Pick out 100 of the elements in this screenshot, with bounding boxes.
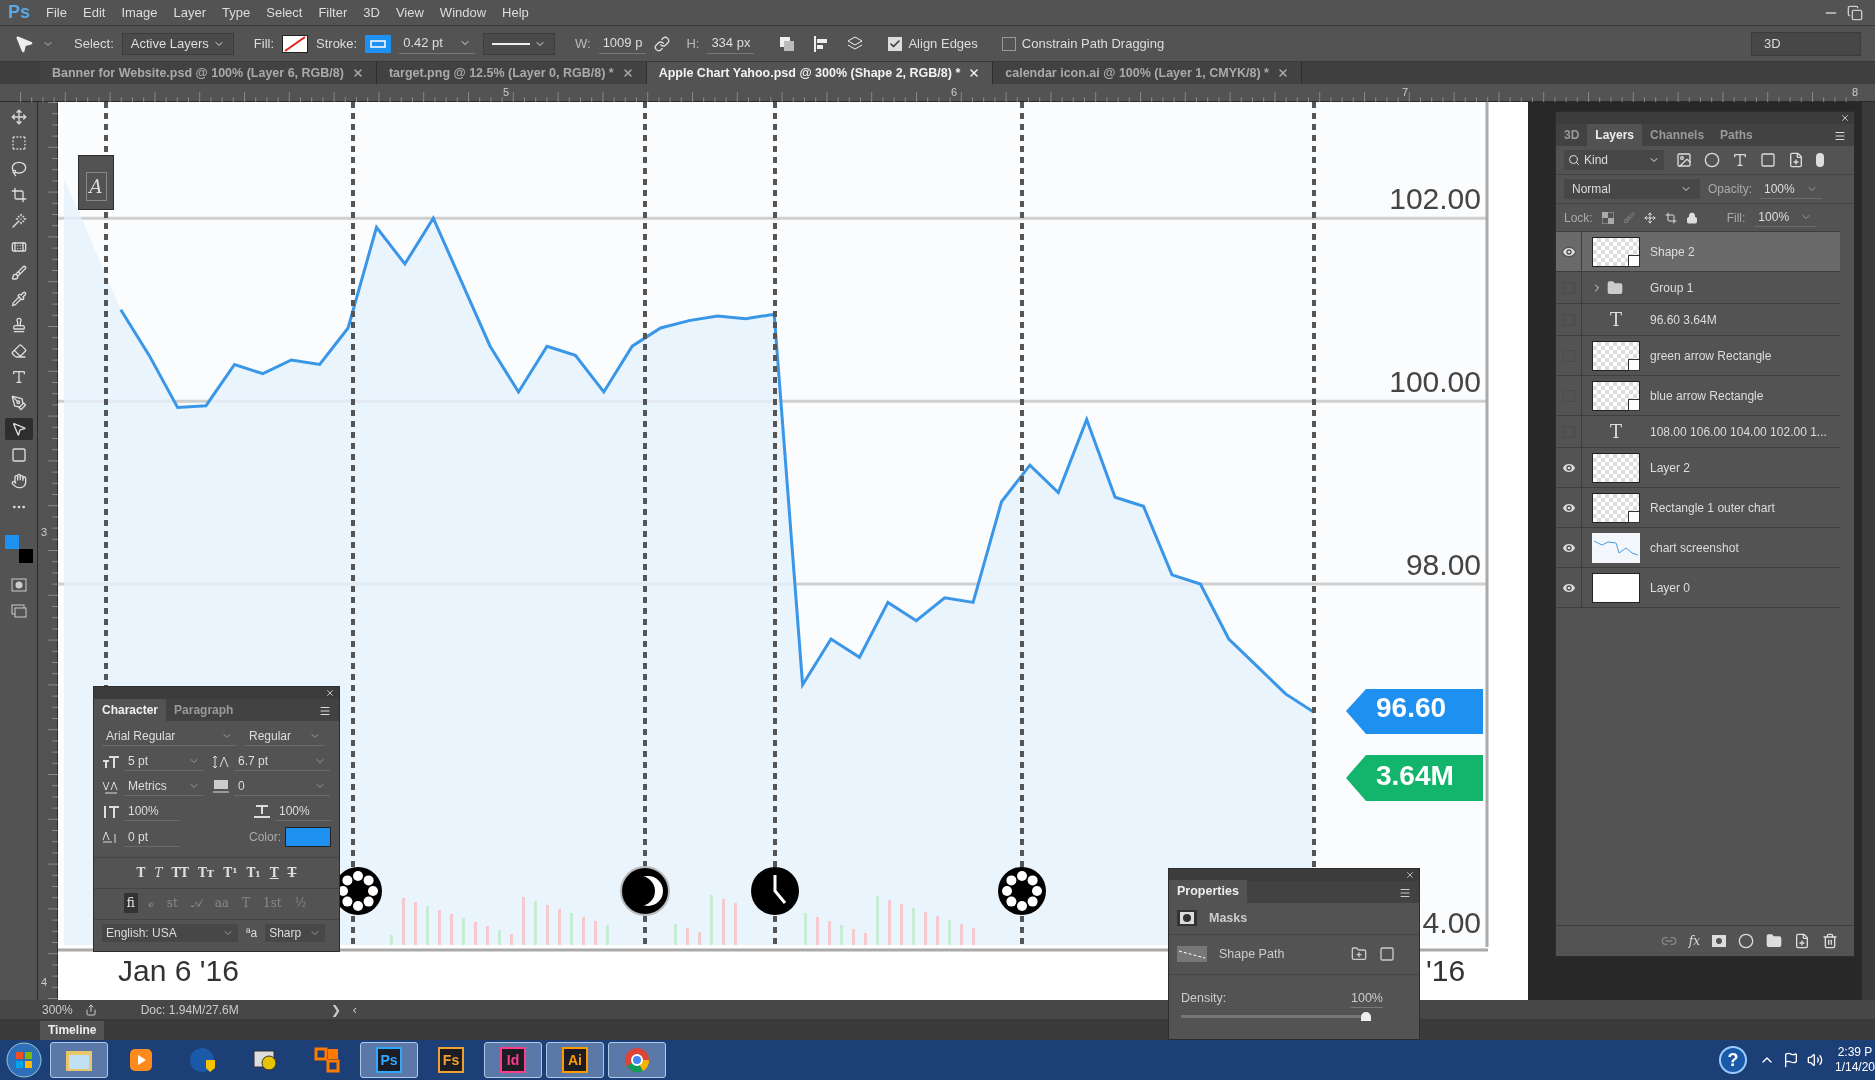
select-dropdown[interactable]: Active Layers <box>121 32 234 55</box>
type-style-button[interactable]: T <box>287 864 297 882</box>
kerning-field[interactable]: Metrics <box>124 777 204 796</box>
zoom-level[interactable]: 300% <box>42 1000 73 1019</box>
lock-artboard-icon[interactable] <box>1664 211 1677 224</box>
font-size-field[interactable]: 5 pt <box>124 752 204 771</box>
foreground-color-swatch[interactable] <box>4 535 19 549</box>
next-info-button[interactable]: ❯ <box>330 1000 341 1019</box>
filter-toggle[interactable] <box>1816 153 1824 167</box>
stroke-swatch[interactable] <box>365 34 392 53</box>
panel-tab[interactable]: Channels <box>1642 124 1713 146</box>
shape-filter-icon[interactable] <box>1760 152 1776 168</box>
no-fill-swatch[interactable] <box>282 34 308 53</box>
layer-style-button[interactable]: fx <box>1688 932 1700 950</box>
stroke-width-field[interactable]: 0.42 pt <box>399 33 475 54</box>
slider-thumb[interactable] <box>1361 1012 1371 1022</box>
glyphs-panel[interactable]: A <box>78 155 114 210</box>
panel-tab[interactable]: Paragraph <box>166 699 242 721</box>
tracking-field[interactable]: 0 <box>234 777 330 796</box>
menu-item[interactable]: Help <box>494 2 537 23</box>
layer-row[interactable]: chart screenshot <box>1556 528 1840 568</box>
close-icon[interactable] <box>325 688 335 698</box>
type-style-button[interactable]: T <box>154 864 163 882</box>
taskbar-button[interactable]: Id <box>484 1042 542 1078</box>
fill-field[interactable]: 100% <box>1754 208 1817 227</box>
menu-item[interactable]: Filter <box>310 2 356 23</box>
restore-icon[interactable] <box>1847 4 1863 21</box>
panel-tab[interactable]: Layers <box>1587 124 1643 146</box>
type-filter-icon[interactable] <box>1732 152 1748 168</box>
new-group-icon[interactable] <box>1766 933 1782 949</box>
add-mask-icon[interactable] <box>1712 935 1726 947</box>
close-icon[interactable] <box>1840 113 1850 123</box>
taskbar-button[interactable]: Ai <box>546 1042 604 1078</box>
panel-tab[interactable]: Character <box>94 699 167 721</box>
language-dropdown[interactable]: English: USA <box>102 924 238 942</box>
checkbox[interactable] <box>888 36 903 51</box>
close-icon[interactable] <box>1405 870 1415 880</box>
lock-all-icon[interactable] <box>1685 211 1698 224</box>
filter-dropdown[interactable]: Kind <box>1564 150 1664 170</box>
flag-icon[interactable] <box>1782 1052 1799 1068</box>
type-style-button[interactable]: T₁ <box>246 864 261 882</box>
close-icon[interactable] <box>1276 67 1289 79</box>
layer-row[interactable]: Layer 0 <box>1556 568 1840 608</box>
clock-date[interactable]: 1/14/20 <box>1834 1060 1875 1075</box>
scroll-left-button[interactable]: ‹ <box>352 1000 357 1019</box>
type-style-button[interactable]: T <box>269 864 279 882</box>
add-mask-icon[interactable] <box>1351 946 1367 963</box>
menu-item[interactable]: Window <box>431 2 495 23</box>
panel-menu-icon[interactable] <box>319 705 331 717</box>
layer-row[interactable]: blue arrow Rectangle <box>1556 376 1840 416</box>
path-operations-icon[interactable] <box>778 34 797 53</box>
panel-tab[interactable]: Paths <box>1712 124 1761 146</box>
close-icon[interactable] <box>968 67 981 79</box>
layer-row[interactable]: Group 1 <box>1556 272 1840 304</box>
smart-object-filter-icon[interactable] <box>1788 152 1804 168</box>
menu-item[interactable]: 3D <box>355 2 388 23</box>
share-icon[interactable] <box>84 1003 97 1016</box>
pixel-filter-icon[interactable] <box>1676 152 1692 168</box>
menu-item[interactable]: Type <box>214 2 259 23</box>
antialias-dropdown[interactable]: Sharp <box>265 924 326 942</box>
horizontal-scale-field[interactable]: 100% <box>275 802 331 821</box>
width-field[interactable]: 1009 p <box>598 33 647 54</box>
document-tab[interactable]: Apple Chart Yahoo.psd @ 300% (Shape 2, RGB/8) * <box>646 62 994 84</box>
start-button[interactable] <box>4 1041 44 1079</box>
layer-row[interactable]: T 96.60 3.64M <box>1556 304 1840 336</box>
close-icon[interactable] <box>621 67 634 79</box>
vertical-scale-field[interactable]: 100% <box>124 802 180 821</box>
leading-field[interactable]: 6.7 pt <box>234 752 330 771</box>
menu-item[interactable]: Edit <box>75 2 114 23</box>
opentype-button[interactable]: fi <box>123 893 138 913</box>
type-style-button[interactable]: T¹ <box>223 864 238 882</box>
font-family-dropdown[interactable]: Arial Regular <box>102 727 237 746</box>
type-style-button[interactable]: TT <box>171 864 189 882</box>
type-style-button[interactable]: T <box>136 864 146 882</box>
checkbox[interactable] <box>1001 36 1016 51</box>
menu-item[interactable]: File <box>38 2 75 23</box>
workspace-dropdown[interactable]: 3D <box>1751 31 1861 56</box>
lock-position-icon[interactable] <box>1643 211 1656 224</box>
vector-mask-icon[interactable] <box>1379 946 1395 963</box>
help-button[interactable]: ? <box>1718 1046 1747 1074</box>
layer-row[interactable]: green arrow Rectangle <box>1556 336 1840 376</box>
stroke-style-dropdown[interactable] <box>482 32 555 55</box>
taskbar-button[interactable]: Ps <box>360 1042 418 1078</box>
layer-row[interactable]: Shape 2 <box>1556 232 1840 272</box>
link-icon[interactable] <box>654 35 671 52</box>
close-icon[interactable] <box>351 67 364 79</box>
panel-menu-icon[interactable] <box>1399 887 1411 899</box>
volume-icon[interactable] <box>1806 1052 1823 1068</box>
baseline-shift-field[interactable]: 0 pt <box>124 827 180 847</box>
menu-item[interactable]: View <box>387 2 432 23</box>
blend-mode-dropdown[interactable]: Normal <box>1564 179 1700 199</box>
lock-transparency-icon[interactable] <box>1601 211 1614 224</box>
type-style-button[interactable]: Tт <box>197 864 215 882</box>
taskbar-button[interactable]: Fs <box>422 1042 480 1078</box>
layer-row[interactable]: T 108.00 106.00 104.00 102.00 1... <box>1556 416 1840 448</box>
panel-tab[interactable]: 3D <box>1556 124 1588 146</box>
menu-item[interactable]: Layer <box>165 2 215 23</box>
opacity-field[interactable]: 100% <box>1760 179 1822 199</box>
layer-row[interactable]: Rectangle 1 outer chart <box>1556 488 1840 528</box>
layer-row[interactable]: Layer 2 <box>1556 448 1840 488</box>
